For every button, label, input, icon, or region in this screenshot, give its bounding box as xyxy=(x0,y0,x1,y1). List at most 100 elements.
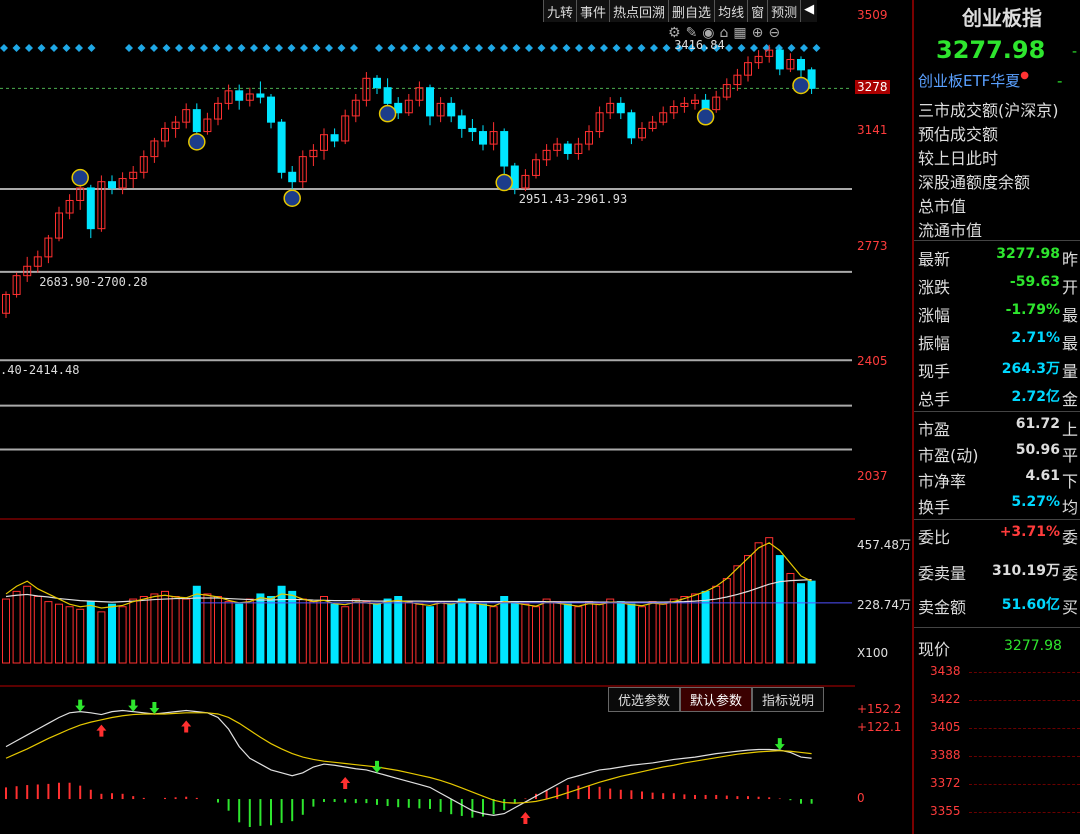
lock-icon[interactable]: ⌂ xyxy=(720,25,729,41)
quote-row: 涨幅 -1.79% 最 xyxy=(914,302,1080,326)
signal-diamond xyxy=(425,44,433,52)
quote-value: -59.63 xyxy=(1009,274,1060,290)
quote-value: +3.71% xyxy=(999,524,1060,540)
volume-bar xyxy=(341,606,350,664)
signal-diamond xyxy=(175,44,183,52)
volume-bar xyxy=(277,585,286,664)
volume-bar xyxy=(245,598,254,664)
buy-arrow-icon xyxy=(520,811,531,824)
volume-bar xyxy=(765,537,774,664)
volume-bar xyxy=(563,603,572,664)
volume-bar xyxy=(457,598,466,664)
settings-icon[interactable]: ⚙ xyxy=(668,25,681,41)
signal-diamond xyxy=(637,44,646,52)
mini-chart-gridline xyxy=(969,672,1080,673)
volume-bar xyxy=(330,603,339,664)
quote-label-2: 昨 xyxy=(1062,250,1079,269)
candle-body xyxy=(468,127,477,133)
zoom-in-icon[interactable]: ⊕ xyxy=(752,25,764,41)
volume-bar xyxy=(108,603,116,664)
signal-diamond xyxy=(375,44,383,52)
linked-etf[interactable]: 创业板ETF华夏● - xyxy=(918,70,1062,91)
candle-body xyxy=(479,131,487,145)
volume-bar xyxy=(669,598,678,664)
volume-bar xyxy=(235,603,244,664)
macd-param-buttons: 优选参数 默认参数 指标说明 xyxy=(608,687,825,712)
signal-diamond xyxy=(437,44,446,52)
optimal-params-button[interactable]: 优选参数 xyxy=(608,687,681,712)
quote-label-2: 委 xyxy=(1062,528,1079,547)
signal-diamond xyxy=(162,44,171,52)
volume-bar xyxy=(415,603,424,664)
volume-bar xyxy=(436,601,445,664)
quote-label-2: 金 xyxy=(1062,390,1079,409)
quote-label-2: 开 xyxy=(1062,278,1079,297)
highlight-circle-marker xyxy=(495,173,513,192)
intraday-mini-chart[interactable]: 3438342234053388337233553338 xyxy=(914,660,1080,834)
volume-bar xyxy=(786,572,795,664)
mini-chart-gridline xyxy=(969,784,1080,785)
toolbar-jiuzhuan-button[interactable]: 九转 xyxy=(543,0,577,22)
grid-icon[interactable]: ▦ xyxy=(733,25,746,41)
candle-body xyxy=(775,49,784,70)
volume-bar xyxy=(203,593,212,664)
volume-bar xyxy=(86,601,95,664)
signal-diamond xyxy=(387,44,396,52)
signal-diamond xyxy=(12,44,21,52)
volume-bar xyxy=(65,606,74,664)
signal-diamond xyxy=(187,44,196,52)
toolbar-moving-average-button[interactable]: 均线 xyxy=(714,0,748,22)
mini-chart-gridline xyxy=(969,812,1080,813)
eye-icon[interactable]: ◉ xyxy=(702,25,714,41)
draw-pen-icon[interactable]: ✎ xyxy=(686,25,698,41)
toolbar-event-button[interactable]: 事件 xyxy=(576,0,610,22)
volume-bar xyxy=(553,601,562,664)
signal-diamond xyxy=(800,44,808,52)
volume-bar xyxy=(722,578,731,664)
toolbar-window-button[interactable]: 窗 xyxy=(747,0,768,22)
signal-diamond xyxy=(487,44,496,52)
signal-diamond xyxy=(312,44,321,52)
quote-row: 现手 264.3万量 xyxy=(914,358,1080,382)
candle-body xyxy=(235,90,244,101)
signal-diamond xyxy=(37,44,46,52)
signal-diamond xyxy=(662,44,671,52)
quote-label-2: 均 xyxy=(1062,498,1079,517)
candle-body xyxy=(192,109,201,133)
toolbar-hotspot-replay-button[interactable]: 热点回溯 xyxy=(609,0,669,22)
sell-arrow-icon xyxy=(372,760,382,773)
quote-label-2: 下 xyxy=(1062,472,1079,491)
signal-diamond xyxy=(475,44,483,52)
quote-label-2: 最 xyxy=(1062,306,1079,325)
sell-arrow-icon xyxy=(75,699,86,712)
price-annotation: 2951.43-2961.93 xyxy=(519,192,627,206)
volume-bar xyxy=(362,601,371,664)
quote-label-2: 买 xyxy=(1062,598,1079,617)
volume-bar xyxy=(288,590,297,664)
quote-row: 涨跌 -59.63 开 xyxy=(914,274,1080,298)
chart-tools: ⚙ ✎ ◉ ⌂ ▦ ⊕ ⊖ xyxy=(668,25,780,41)
toolbar-forecast-button[interactable]: 预测 xyxy=(767,0,801,22)
signal-diamond xyxy=(275,44,283,52)
volume-bar xyxy=(733,565,742,664)
collapse-arrow-icon[interactable]: ◀ xyxy=(800,0,818,22)
highlight-circle-marker xyxy=(792,76,810,95)
buy-arrow-icon xyxy=(340,777,351,789)
indicator-help-button[interactable]: 指标说明 xyxy=(752,687,825,712)
volume-bar xyxy=(638,606,646,664)
quote-label: 委比 xyxy=(918,528,951,547)
zoom-out-icon[interactable]: ⊖ xyxy=(768,25,780,41)
toolbar-remove-watchlist-button[interactable]: 删自选 xyxy=(668,0,715,22)
macd-axis-tick: 0 xyxy=(857,791,865,806)
etf-name[interactable]: 创业板ETF华夏 xyxy=(918,72,1020,90)
quote-row: 最新 3277.98 昨 xyxy=(914,246,1080,270)
default-params-button[interactable]: 默认参数 xyxy=(680,687,753,712)
volume-unit-label: X100 xyxy=(857,646,889,660)
signal-diamond xyxy=(300,44,308,52)
mini-chart-tick: 3438 xyxy=(930,664,961,678)
highlight-circle-marker xyxy=(188,133,206,151)
signal-diamond xyxy=(225,44,233,52)
quote-value: -1.79% xyxy=(1005,302,1060,318)
volume-bar xyxy=(510,601,519,664)
panel-divider-line xyxy=(914,627,1080,628)
